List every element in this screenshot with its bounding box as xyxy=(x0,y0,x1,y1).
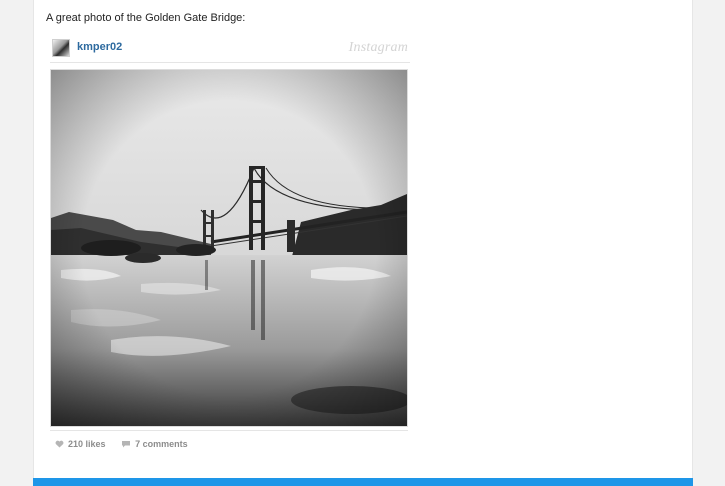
heart-icon xyxy=(55,440,64,448)
post-intro-text: A great photo of the Golden Gate Bridge: xyxy=(46,12,246,24)
likes-count: 210 likes xyxy=(68,439,106,449)
speech-bubble-icon xyxy=(122,441,131,448)
bottom-accent-bar xyxy=(33,478,693,486)
golden-gate-bridge-image xyxy=(51,70,407,426)
article-page: A great photo of the Golden Gate Bridge:… xyxy=(33,0,693,478)
instagram-logo[interactable]: Instagram xyxy=(349,40,408,56)
embed-footer: 210 likes 7 comments xyxy=(50,430,408,450)
bridge-photo[interactable] xyxy=(50,69,408,427)
user-avatar[interactable] xyxy=(52,39,70,57)
comments-stat[interactable]: 7 comments xyxy=(121,439,188,449)
embed-header: kmper02 Instagram xyxy=(50,36,410,63)
comments-count: 7 comments xyxy=(135,439,188,449)
instagram-embed: kmper02 Instagram 210 likes 7 comments xyxy=(50,36,410,449)
likes-stat[interactable]: 210 likes xyxy=(55,439,106,449)
username-link[interactable]: kmper02 xyxy=(77,41,122,53)
